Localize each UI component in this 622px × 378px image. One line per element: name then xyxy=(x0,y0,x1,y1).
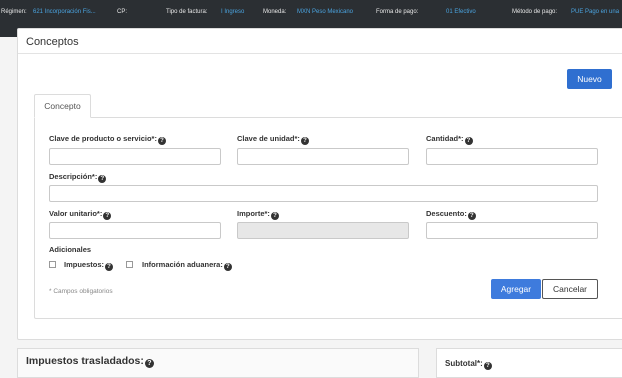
valor-unitario-label: Valor unitario*:? xyxy=(49,209,112,220)
help-icon[interactable]: ? xyxy=(300,137,309,145)
metodo-pago-value: PUE Pago en una xyxy=(571,9,620,15)
moneda-value: MXN Peso Mexicano xyxy=(297,9,354,15)
cp-label: CP: xyxy=(117,9,128,15)
subtotal-panel: Subtotal*:? xyxy=(436,348,622,378)
impuestos-label: Impuestos:? xyxy=(64,260,114,271)
conceptos-panel: Conceptos Nuevo Concepto Clave de produc… xyxy=(17,28,622,340)
importe-label: Importe*:? xyxy=(237,209,279,220)
cantidad-label: Cantidad*:? xyxy=(426,134,473,145)
regimen-label: Régimen: xyxy=(1,9,27,15)
help-icon[interactable]: ? xyxy=(483,362,492,370)
clave-producto-label: Clave de producto o servicio*:? xyxy=(49,134,166,145)
tipo-factura-value: I Ingreso xyxy=(221,9,245,15)
help-icon[interactable]: ? xyxy=(103,212,112,220)
info-aduanera-checkbox[interactable] xyxy=(126,261,133,268)
forma-pago-value: 01 Efectivo xyxy=(446,9,476,15)
cancelar-button[interactable]: Cancelar xyxy=(542,279,598,299)
help-icon[interactable]: ? xyxy=(270,212,279,220)
descuento-input[interactable] xyxy=(426,222,598,239)
regimen-value: 621 Incorporación Fis... xyxy=(33,9,96,15)
valor-unitario-input[interactable] xyxy=(49,222,221,239)
moneda-label: Moneda: xyxy=(263,9,287,15)
clave-producto-input[interactable] xyxy=(49,148,221,165)
impuestos-checkbox[interactable] xyxy=(49,261,56,268)
adicionales-label: Adicionales xyxy=(49,245,92,254)
help-icon[interactable]: ? xyxy=(144,359,154,368)
panel-title: Conceptos xyxy=(26,36,79,48)
descripcion-input[interactable] xyxy=(49,185,598,202)
descuento-label: Descuento:? xyxy=(426,209,476,220)
help-icon[interactable]: ? xyxy=(464,137,473,145)
metodo-pago-label: Método de pago: xyxy=(512,9,558,15)
clave-unidad-label: Clave de unidad*:? xyxy=(237,134,309,145)
required-fields-note: * Campos obligatorios xyxy=(49,288,113,295)
tab-concepto[interactable]: Concepto xyxy=(34,94,91,118)
impuestos-trasladados-title: Impuestos trasladados:? xyxy=(26,355,154,368)
info-aduanera-label: Información aduanera:? xyxy=(142,260,232,271)
help-icon[interactable]: ? xyxy=(98,175,107,183)
help-icon[interactable]: ? xyxy=(223,263,232,271)
tipo-factura-label: Tipo de factura: xyxy=(166,9,208,15)
cantidad-input[interactable] xyxy=(426,148,598,165)
help-icon[interactable]: ? xyxy=(105,263,114,271)
descripcion-label: Descripción*:? xyxy=(49,172,107,183)
impuestos-trasladados-panel: Impuestos trasladados:? xyxy=(17,348,419,378)
panel-divider xyxy=(18,53,622,54)
agregar-button[interactable]: Agregar xyxy=(491,279,541,299)
help-icon[interactable]: ? xyxy=(157,137,166,145)
clave-unidad-input[interactable] xyxy=(237,148,409,165)
importe-input xyxy=(237,222,409,239)
help-icon[interactable]: ? xyxy=(467,212,476,220)
nuevo-button[interactable]: Nuevo xyxy=(567,69,612,89)
forma-pago-label: Forma de pago: xyxy=(376,9,419,15)
subtotal-title: Subtotal*:? xyxy=(445,359,492,370)
